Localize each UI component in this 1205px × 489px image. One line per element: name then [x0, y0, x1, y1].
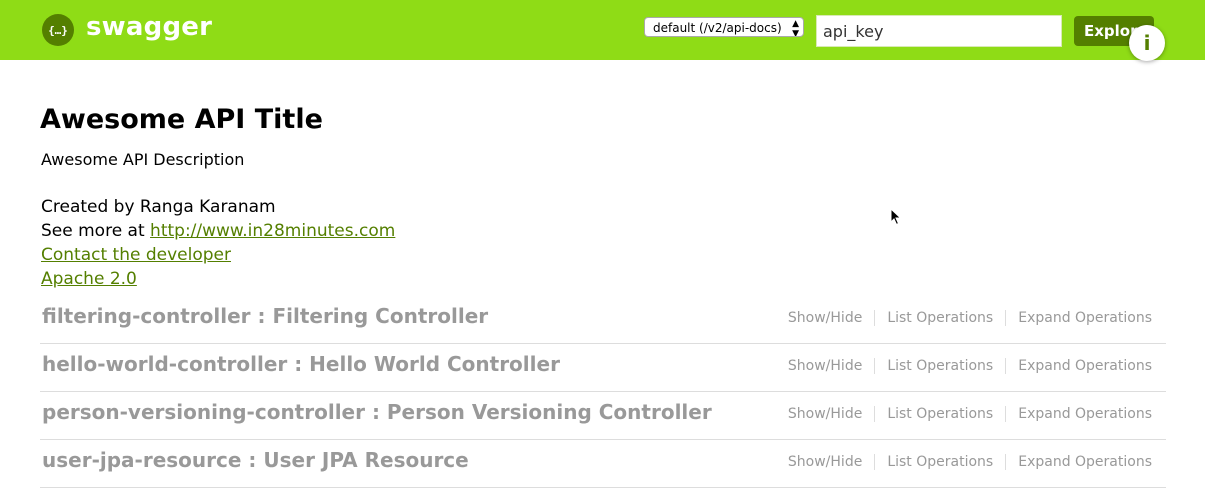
resource-operations: Show/Hide List Operations Expand Operati…: [788, 406, 1152, 422]
resource-row: filtering-controller : Filtering Control…: [40, 296, 1166, 344]
expand-operations-link[interactable]: Expand Operations: [1006, 454, 1152, 470]
list-operations-link[interactable]: List Operations: [875, 358, 1007, 374]
show-hide-link[interactable]: Show/Hide: [788, 406, 876, 422]
resource-row: user-jpa-resource : User JPA Resource Sh…: [40, 440, 1166, 488]
show-hide-link[interactable]: Show/Hide: [788, 454, 876, 470]
resource-operations: Show/Hide List Operations Expand Operati…: [788, 358, 1152, 374]
swagger-braces-icon: {…}: [48, 24, 68, 37]
license-link[interactable]: Apache 2.0: [41, 269, 137, 289]
expand-operations-link[interactable]: Expand Operations: [1006, 406, 1152, 422]
resource-row: hello-world-controller : Hello World Con…: [40, 344, 1166, 392]
mouse-cursor-icon: [890, 207, 902, 230]
resource-title[interactable]: user-jpa-resource : User JPA Resource: [42, 448, 469, 472]
license-line: Apache 2.0: [41, 267, 395, 291]
expand-operations-link[interactable]: Expand Operations: [1006, 358, 1152, 374]
resource-title[interactable]: hello-world-controller : Hello World Con…: [42, 352, 560, 376]
resource-title[interactable]: filtering-controller : Filtering Control…: [42, 304, 488, 328]
api-description: Awesome API Description: [41, 150, 245, 169]
api-info: Created by Ranga Karanam See more at htt…: [41, 195, 395, 291]
swagger-logo-icon[interactable]: {…}: [42, 14, 74, 46]
list-operations-link[interactable]: List Operations: [875, 310, 1007, 326]
show-hide-link[interactable]: Show/Hide: [788, 310, 876, 326]
updown-arrows-icon: ▲ ▼: [792, 19, 799, 37]
expand-operations-link[interactable]: Expand Operations: [1006, 310, 1152, 326]
resource-operations: Show/Hide List Operations Expand Operati…: [788, 310, 1152, 326]
resource-row: person-versioning-controller : Person Ve…: [40, 392, 1166, 440]
brand-name[interactable]: swagger: [86, 12, 212, 42]
svg-text:{…}: {…}: [48, 24, 68, 37]
contact-developer-link[interactable]: Contact the developer: [41, 245, 231, 265]
api-key-input[interactable]: [816, 15, 1062, 47]
list-operations-link[interactable]: List Operations: [875, 406, 1007, 422]
spec-selector[interactable]: default (/v2/api-docs) ▲ ▼: [644, 17, 804, 37]
top-bar: {…} swagger default (/v2/api-docs) ▲▼ Ex…: [0, 0, 1205, 61]
spec-selector-value: default (/v2/api-docs): [653, 21, 782, 35]
resource-title[interactable]: person-versioning-controller : Person Ve…: [42, 400, 712, 424]
created-by: Created by Ranga Karanam: [41, 197, 276, 217]
api-title: Awesome API Title: [40, 104, 323, 135]
show-hide-link[interactable]: Show/Hide: [788, 358, 876, 374]
see-more-line: See more at http://www.in28minutes.com: [41, 219, 395, 243]
info-icon[interactable]: i: [1129, 25, 1165, 61]
list-operations-link[interactable]: List Operations: [875, 454, 1007, 470]
see-more-prefix: See more at: [41, 221, 151, 241]
contact-line: Contact the developer: [41, 243, 395, 267]
website-link[interactable]: http://www.in28minutes.com: [150, 221, 395, 241]
resource-operations: Show/Hide List Operations Expand Operati…: [788, 454, 1152, 470]
